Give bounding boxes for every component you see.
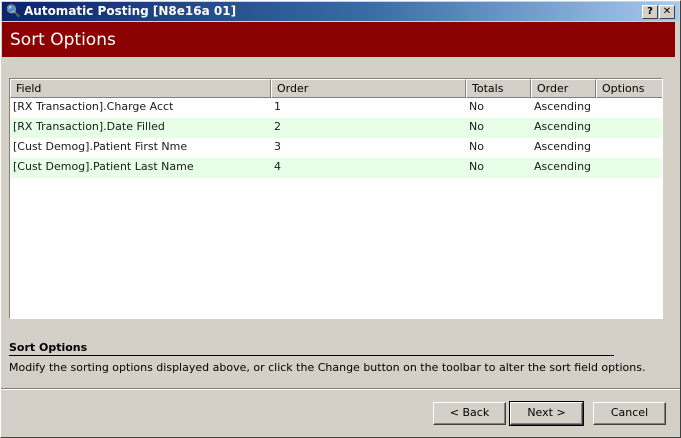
- info-description: Modify the sorting options displayed abo…: [9, 361, 646, 374]
- cell-options: [596, 98, 599, 118]
- cell-field: [Cust Demog].Patient First Nme: [13, 140, 188, 153]
- cell-order: 3: [274, 140, 281, 153]
- cell-sort-order: Ascending: [534, 120, 592, 133]
- cell-totals: No: [469, 160, 484, 173]
- close-button[interactable]: ✕: [659, 5, 675, 19]
- cell-order: 4: [274, 160, 281, 173]
- table-row[interactable]: [RX Transaction].Date Filled 2 No Ascend…: [10, 118, 662, 138]
- cell-options: [596, 118, 599, 138]
- info-title: Sort Options: [9, 341, 88, 354]
- info-divider: [9, 355, 614, 356]
- cell-options: [596, 158, 599, 178]
- magnifier-icon: 🔍: [6, 4, 21, 18]
- title-bar[interactable]: 🔍 Automatic Posting [N8e16a 01] ? ✕: [2, 2, 679, 21]
- footer-divider-highlight: [1, 389, 680, 390]
- column-header-totals[interactable]: Totals: [466, 79, 531, 98]
- cancel-button[interactable]: Cancel: [593, 402, 666, 425]
- column-header-order[interactable]: Order: [271, 79, 466, 98]
- help-button[interactable]: ?: [642, 5, 658, 19]
- column-header-field[interactable]: Field: [10, 79, 271, 98]
- cell-order: 1: [274, 100, 281, 113]
- cell-field: [RX Transaction].Charge Acct: [13, 100, 174, 113]
- dialog-window: 🔍 Automatic Posting [N8e16a 01] ? ✕ Sort…: [0, 0, 681, 438]
- cell-totals: No: [469, 100, 484, 113]
- cell-options: [596, 138, 599, 158]
- sort-fields-grid[interactable]: Field Order Totals Order Options [RX Tra…: [9, 78, 663, 319]
- grid-header: Field Order Totals Order Options: [10, 79, 662, 98]
- cell-sort-order: Ascending: [534, 140, 592, 153]
- cell-sort-order: Ascending: [534, 100, 592, 113]
- column-header-sort-order[interactable]: Order: [531, 79, 596, 98]
- header-banner: Sort Options: [2, 22, 675, 57]
- cell-sort-order: Ascending: [534, 160, 592, 173]
- back-button[interactable]: < Back: [433, 402, 506, 425]
- cell-field: [RX Transaction].Date Filled: [13, 120, 165, 133]
- next-button[interactable]: Next >: [509, 401, 584, 426]
- table-row[interactable]: [Cust Demog].Patient First Nme 3 No Asce…: [10, 138, 662, 158]
- banner-title: Sort Options: [10, 30, 116, 50]
- column-header-options[interactable]: Options: [596, 79, 662, 98]
- window-title: Automatic Posting [N8e16a 01]: [24, 4, 237, 18]
- cell-field: [Cust Demog].Patient Last Name: [13, 160, 194, 173]
- cell-totals: No: [469, 120, 484, 133]
- table-row[interactable]: [Cust Demog].Patient Last Name 4 No Asce…: [10, 158, 662, 178]
- cell-totals: No: [469, 140, 484, 153]
- table-row[interactable]: [RX Transaction].Charge Acct 1 No Ascend…: [10, 98, 662, 118]
- close-icon: ✕: [662, 6, 672, 17]
- cell-order: 2: [274, 120, 281, 133]
